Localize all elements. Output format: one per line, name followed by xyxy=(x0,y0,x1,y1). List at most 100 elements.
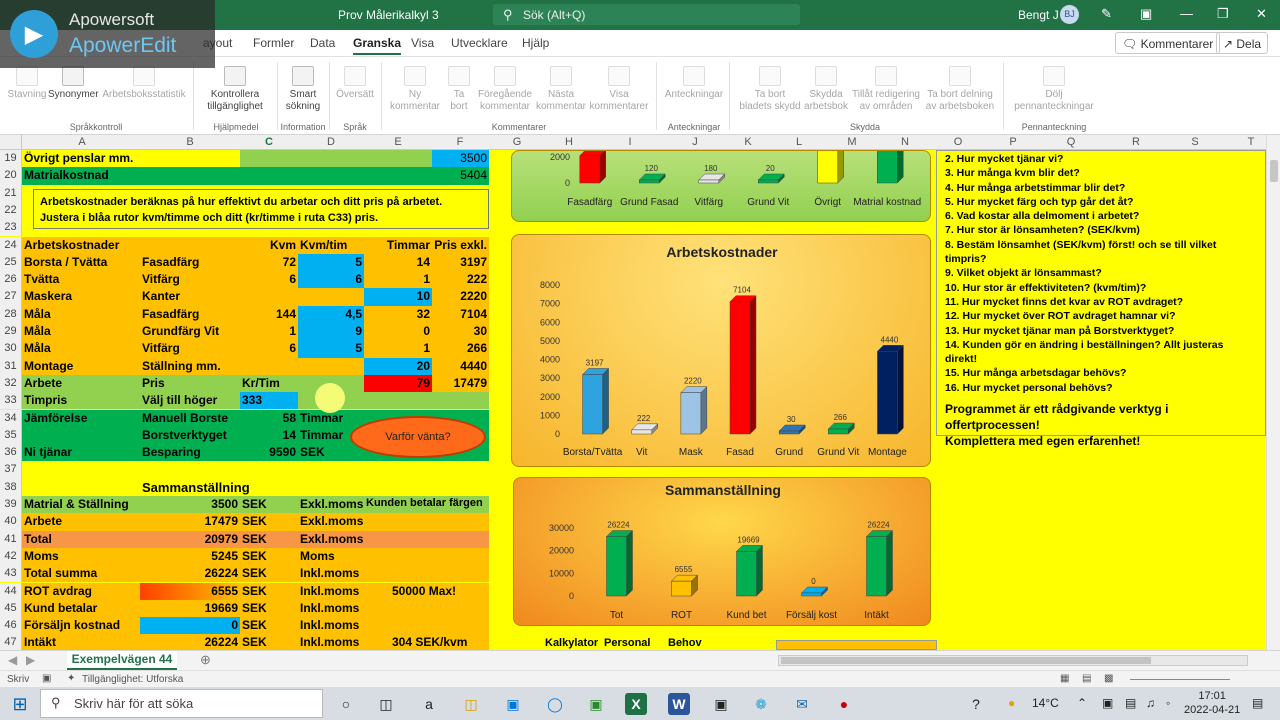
vertical-scrollbar[interactable] xyxy=(1266,135,1280,650)
spelling-button[interactable]: Stavning xyxy=(6,66,48,101)
notes-button[interactable]: Anteckningar xyxy=(662,66,726,101)
minimize-icon[interactable]: — xyxy=(1180,6,1193,21)
column-header[interactable]: I xyxy=(628,136,631,148)
tab-granska[interactable]: Granska xyxy=(353,36,402,55)
zoom-slider[interactable] xyxy=(1130,679,1230,680)
tab-visa[interactable]: Visa xyxy=(411,36,434,50)
cell-c[interactable]: 26224 xyxy=(140,634,240,650)
cell-f[interactable] xyxy=(390,600,489,617)
temperature[interactable]: 14°C xyxy=(1032,696,1059,710)
close-icon[interactable]: ✕ xyxy=(1256,6,1267,22)
cell-a[interactable]: Arbete xyxy=(22,513,140,530)
row-header[interactable]: 44 xyxy=(0,582,22,600)
cell-e[interactable]: 1 xyxy=(364,271,432,288)
cell-e[interactable]: 0 xyxy=(364,323,432,340)
unshare-workbook-button[interactable]: Ta bort delning av arbetsboken xyxy=(922,66,998,113)
cell-d[interactable]: 5 xyxy=(298,340,364,358)
cell-b[interactable]: Vitfärg xyxy=(140,271,238,288)
cell-d[interactable] xyxy=(298,150,364,168)
row-header[interactable]: 19 xyxy=(0,150,22,168)
why-wait-cloud-shape[interactable]: Varför vänta? xyxy=(350,416,486,458)
search-box[interactable]: ⚲ Sök (Alt+Q) xyxy=(493,4,800,25)
windows-start-icon[interactable]: ⊞ xyxy=(9,693,31,715)
cell-c[interactable]: Kr/Tim xyxy=(240,375,298,392)
summary-chart[interactable]: Sammanställning 0 10000 20000 30000 26224 Tot 6… xyxy=(513,477,931,626)
cell-a[interactable]: Montage xyxy=(22,358,140,375)
row-header[interactable]: 24 xyxy=(0,236,22,254)
previous-comment-button[interactable]: Föregående kommentar xyxy=(476,66,534,113)
comments-button[interactable]: 🗨 Kommentarer xyxy=(1115,32,1221,54)
tab-formler[interactable]: Formler xyxy=(253,36,294,50)
check-accessibility-button[interactable]: Kontrollera tillgänglighet xyxy=(198,66,272,113)
column-header[interactable]: M xyxy=(847,136,856,148)
column-header[interactable]: L xyxy=(796,136,802,148)
cell-c[interactable]: 19669 xyxy=(140,600,240,617)
cell-f[interactable]: 5404 xyxy=(432,167,489,184)
row-header[interactable]: 39 xyxy=(0,496,22,514)
cell-b[interactable]: Vitfärg xyxy=(140,340,238,357)
cell-c[interactable]: 333 xyxy=(240,392,298,410)
cell-d[interactable]: SEK xyxy=(240,617,296,634)
column-header[interactable]: P xyxy=(1009,136,1016,148)
accessibility-status[interactable]: Tillgänglighet: Utforska xyxy=(82,674,183,685)
weather-icon[interactable]: ● xyxy=(1008,696,1015,710)
row-header[interactable]: 31 xyxy=(0,357,22,375)
user-name[interactable]: Bengt J xyxy=(1018,8,1059,22)
notifications-icon[interactable]: ▤ xyxy=(1252,696,1263,710)
select-all-corner[interactable] xyxy=(0,135,22,149)
cell-d[interactable] xyxy=(298,461,364,478)
cell-f[interactable]: Pris exkl. xyxy=(432,237,489,254)
cell-e[interactable]: Inkl.moms xyxy=(298,600,390,617)
next-comment-button[interactable]: Nästa kommentar xyxy=(534,66,588,113)
cell-a[interactable]: Måla xyxy=(22,340,140,357)
cell-a[interactable]: Måla xyxy=(22,306,140,323)
cell-e[interactable]: Inkl.moms xyxy=(298,617,390,634)
unprotect-sheet-button[interactable]: Ta bort bladets skydd xyxy=(738,66,802,113)
cell-a[interactable]: Arbetskostnader xyxy=(22,237,140,254)
pen-icon[interactable]: ✎ xyxy=(1101,6,1112,22)
row-header[interactable]: 20 xyxy=(0,167,22,185)
cell-a[interactable] xyxy=(22,479,140,496)
cell-c[interactable]: 6 xyxy=(240,340,298,357)
row-header[interactable]: 41 xyxy=(0,530,22,548)
cell-d[interactable]: SEK xyxy=(298,444,364,461)
row-header[interactable]: 38 xyxy=(0,478,22,496)
cell-a[interactable]: Intäkt xyxy=(22,634,140,650)
cell-a[interactable]: Kund betalar xyxy=(22,600,140,617)
cell-a[interactable]: Matrialkostnad xyxy=(22,167,140,184)
cell-a[interactable]: Total xyxy=(22,531,140,548)
column-header[interactable]: A xyxy=(78,136,85,148)
cell-e[interactable]: 79 xyxy=(364,374,432,393)
scroll-thumb[interactable] xyxy=(781,657,1151,664)
cell-c[interactable]: 144 xyxy=(240,306,298,323)
word-taskbar-icon[interactable]: W xyxy=(668,693,690,715)
row-header[interactable]: 25 xyxy=(0,253,22,272)
cell-f[interactable]: 7104 xyxy=(432,306,489,323)
cell-e[interactable]: Exkl.moms xyxy=(298,513,390,530)
cell-c[interactable]: 5245 xyxy=(140,548,240,565)
maximize-icon[interactable]: ❐ xyxy=(1217,6,1229,22)
cell-e[interactable]: Inkl.moms xyxy=(298,565,390,582)
cell-a[interactable] xyxy=(22,427,140,444)
cell-b[interactable]: Fasadfärg xyxy=(140,254,238,271)
cell-f[interactable]: 222 xyxy=(432,271,489,288)
cell-f[interactable]: 4440 xyxy=(432,358,489,375)
cell-b[interactable] xyxy=(140,167,238,184)
cell-f[interactable] xyxy=(432,392,489,409)
cell-c[interactable]: 58 xyxy=(240,410,298,427)
column-header[interactable]: G xyxy=(513,136,522,148)
row-header[interactable]: 33 xyxy=(0,392,22,410)
cell-c[interactable]: 17479 xyxy=(140,513,240,530)
tab-utvecklare[interactable]: Utvecklare xyxy=(451,36,508,50)
cell-d[interactable]: SEK xyxy=(240,583,296,600)
row-header[interactable]: 22 xyxy=(0,201,22,220)
cell-b[interactable] xyxy=(140,150,238,167)
app-icon[interactable]: ▣ xyxy=(710,693,732,715)
excel-taskbar-icon[interactable]: X xyxy=(625,693,647,715)
cell-d[interactable]: Kvm/tim xyxy=(298,237,364,254)
cell-e[interactable] xyxy=(364,479,432,496)
row-header[interactable]: 40 xyxy=(0,513,22,531)
cell-b[interactable]: Manuell Borste xyxy=(140,410,238,427)
cell-a[interactable]: Arbete xyxy=(22,375,140,392)
row-header[interactable]: 47 xyxy=(0,634,22,650)
